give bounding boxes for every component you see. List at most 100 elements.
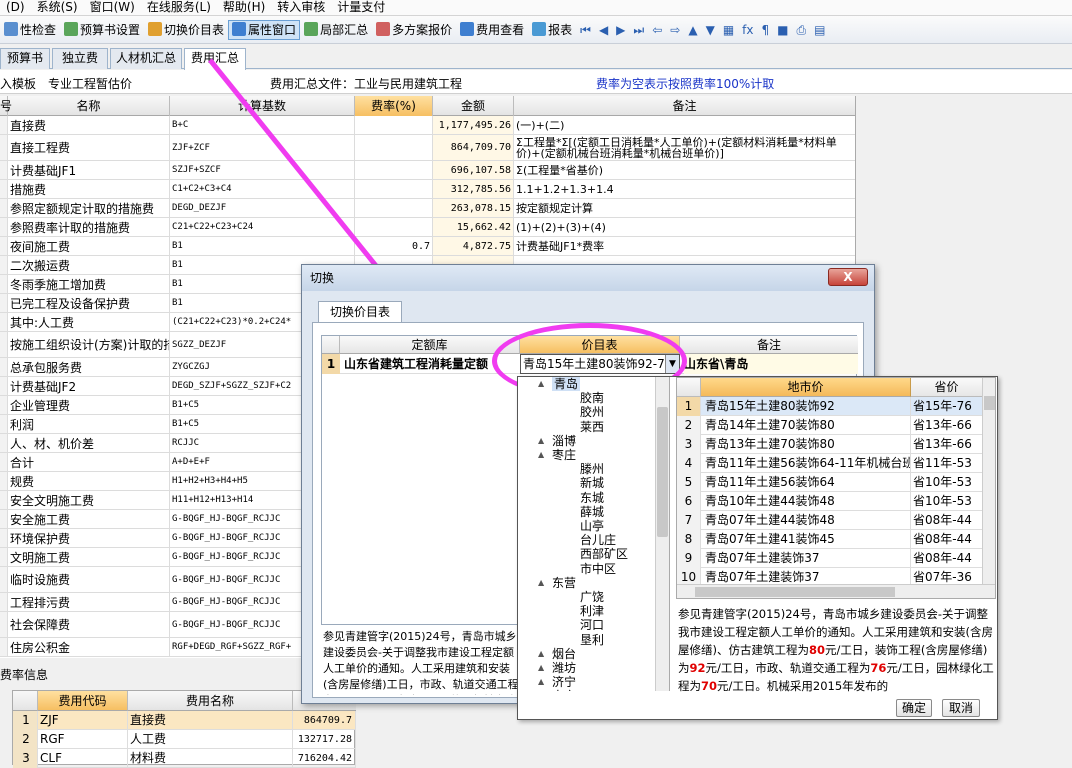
menu-item[interactable]: (D)	[0, 0, 31, 14]
price-row[interactable]: 3 青岛13年土建70装饰80 省13年-66	[677, 435, 995, 454]
dialog-close-button[interactable]: X	[828, 268, 868, 286]
nav-icon[interactable]: ▦	[719, 20, 738, 40]
tree-scrollbar[interactable]	[655, 377, 669, 691]
tree-expand-icon[interactable]: ▲	[538, 675, 544, 689]
tree-node[interactable]: ▲ 淄博	[538, 434, 576, 448]
toolbar-button[interactable]: 报表	[528, 20, 576, 40]
tab-3[interactable]: 费用汇总	[184, 48, 246, 70]
nav-icon[interactable]: ▶	[612, 20, 629, 40]
price-row[interactable]: 9 青岛07年土建装饰37 省08年-44	[677, 549, 995, 568]
price-row[interactable]: 4 青岛11年土建56装饰64-11年机械台班 省11年-53	[677, 454, 995, 473]
tree-node[interactable]: 台儿庄	[580, 533, 616, 547]
tree-expand-icon[interactable]: ▲	[538, 647, 544, 661]
tree-node[interactable]: ▲ 潍坊	[538, 661, 576, 675]
tree-node[interactable]: ▲ 烟台	[538, 647, 576, 661]
row-base[interactable]: C1+C2+C3+C4	[170, 180, 355, 198]
toolbar-button[interactable]: 多方案报价	[372, 20, 456, 40]
menu-item[interactable]: 转入审核	[271, 0, 331, 14]
tree-node[interactable]: 河口	[580, 618, 604, 632]
tree-node[interactable]: 广饶	[580, 590, 604, 604]
row-rate[interactable]	[355, 199, 433, 217]
price-row[interactable]: 2 青岛14年土建70装饰80 省13年-66	[677, 416, 995, 435]
tree-node[interactable]: 莱西	[580, 420, 604, 434]
nav-icon[interactable]: ⎙	[792, 20, 810, 40]
toolbar-button[interactable]: 属性窗口	[228, 20, 301, 40]
tree-node[interactable]: 山亭	[580, 519, 604, 533]
nav-icon[interactable]: ■	[773, 20, 792, 40]
price-lib-row[interactable]: 1 山东省建筑工程消耗量定额 青岛15年土建80装饰92-76 ▼ 山东省\青岛	[322, 354, 858, 374]
menu-item[interactable]: 在线服务(L)	[141, 0, 217, 14]
nav-icon[interactable]: ⏭	[629, 20, 648, 40]
tree-node[interactable]: ▲ 青岛	[538, 377, 581, 391]
tree-expand-icon[interactable]: ▲	[538, 448, 544, 462]
tab-switch-price-list[interactable]: 切换价目表	[318, 301, 402, 323]
tree-expand-icon[interactable]: ▲	[538, 576, 544, 590]
tree-expand-icon[interactable]: ▲	[538, 689, 544, 691]
import-template-button[interactable]: 入模板	[0, 75, 36, 92]
nav-icon[interactable]: ⏮	[576, 20, 595, 40]
price-row[interactable]: 5 青岛11年土建56装饰64 省10年-53	[677, 473, 995, 492]
dropdown-arrow-icon[interactable]: ▼	[665, 355, 679, 373]
tree-expand-icon[interactable]: ▲	[538, 661, 544, 675]
nav-icon[interactable]: ◀	[595, 20, 612, 40]
row-rate[interactable]	[355, 161, 433, 179]
table-row[interactable]: 计费基础JF1 SZJF+SZCF 696,107.58 Σ(工程量*省基价)	[0, 161, 855, 180]
tree-node[interactable]: 薛城	[580, 505, 604, 519]
tree-node[interactable]: 市中区	[580, 562, 616, 576]
table-row[interactable]: 措施费 C1+C2+C3+C4 312,785.56 1.1+1.2+1.3+1.4	[0, 180, 855, 199]
price-row[interactable]: 7 青岛07年土建44装饰48 省08年-44	[677, 511, 995, 530]
row-rate[interactable]	[355, 218, 433, 236]
row-base[interactable]: C21+C22+C23+C24	[170, 218, 355, 236]
estimate-button[interactable]: 专业工程暂估价	[48, 75, 132, 92]
menu-item[interactable]: 系统(S)	[31, 0, 84, 14]
tree-node[interactable]: 东城	[580, 491, 604, 505]
table-row[interactable]: 直接工程费 ZJF+ZCF 864,709.70 Σ工程量*Σ[(定额工日消耗量*人工…	[0, 135, 855, 161]
tree-expand-icon[interactable]: ▲	[538, 434, 544, 448]
row-base[interactable]: B+C	[170, 116, 355, 134]
nav-icon[interactable]: ▤	[810, 20, 829, 40]
price-table-hscrollbar[interactable]	[677, 584, 995, 598]
tab-2[interactable]: 人材机汇总	[110, 48, 182, 69]
menu-item[interactable]: 帮助(H)	[217, 0, 271, 14]
price-row[interactable]: 6 青岛10年土建44装饰48 省10年-53	[677, 492, 995, 511]
table-row[interactable]: 参照定额规定计取的措施费 DEGD_DEZJF 263,078.15 按定额规定计算	[0, 199, 855, 218]
tree-node[interactable]: 垦利	[580, 633, 604, 647]
tree-node[interactable]: ▲泰安	[552, 689, 576, 691]
table-row[interactable]: 直接费 B+C 1,177,495.26 (一)+(二)	[0, 116, 855, 135]
row-base[interactable]: B1	[170, 237, 355, 255]
tab-0[interactable]: 预算书	[0, 48, 50, 69]
table-row[interactable]: 夜间施工费 B1 0.7 4,872.75 计费基础JF1*费率	[0, 237, 855, 256]
price-table-hscroll-thumb[interactable]	[695, 587, 895, 597]
rate-info-row[interactable]: 2 RGF 人工费 132717.28	[13, 730, 356, 749]
tree-node[interactable]: 滕州	[580, 462, 604, 476]
nav-icon[interactable]: ⇦	[648, 20, 666, 40]
price-row[interactable]: 1 青岛15年土建80装饰92 省15年-76	[677, 397, 995, 416]
nav-icon[interactable]: ¶	[757, 20, 773, 40]
tree-node[interactable]: 新城	[580, 476, 604, 490]
toolbar-button[interactable]: 局部汇总	[300, 20, 372, 40]
ok-button[interactable]: 确定	[896, 699, 932, 717]
tree-node[interactable]: 利津	[580, 604, 604, 618]
tree-scroll-thumb[interactable]	[657, 407, 668, 537]
tab-1[interactable]: 独立费	[52, 48, 108, 69]
nav-icon[interactable]: ▼	[702, 20, 719, 40]
toolbar-button[interactable]: 性检查	[0, 20, 60, 40]
toolbar-button[interactable]: 预算书设置	[60, 20, 144, 40]
tree-node[interactable]: 西部矿区	[580, 547, 628, 561]
row-rate[interactable]	[355, 116, 433, 134]
rate-info-row[interactable]: 1 ZJF 直接费 864709.7	[13, 711, 356, 730]
cancel-button[interactable]: 取消	[942, 699, 980, 717]
price-table-scroll-thumb[interactable]	[984, 396, 995, 410]
nav-icon[interactable]: ⇨	[666, 20, 684, 40]
tree-node[interactable]: 胶州	[580, 405, 604, 419]
row-base[interactable]: DEGD_DEZJF	[170, 199, 355, 217]
row-rate[interactable]	[355, 135, 433, 160]
tree-node[interactable]: 胶南	[580, 391, 604, 405]
tree-node[interactable]: ▲ 东营	[538, 576, 576, 590]
menu-item[interactable]: 窗口(W)	[84, 0, 141, 14]
rate-info-row[interactable]: 3 CLF 材料费 716204.42	[13, 749, 356, 768]
price-table-scrollbar[interactable]	[982, 378, 995, 584]
row-rate[interactable]: 0.7	[355, 237, 433, 255]
menu-item[interactable]: 计量支付	[331, 0, 391, 14]
toolbar-button[interactable]: 费用查看	[456, 20, 528, 40]
